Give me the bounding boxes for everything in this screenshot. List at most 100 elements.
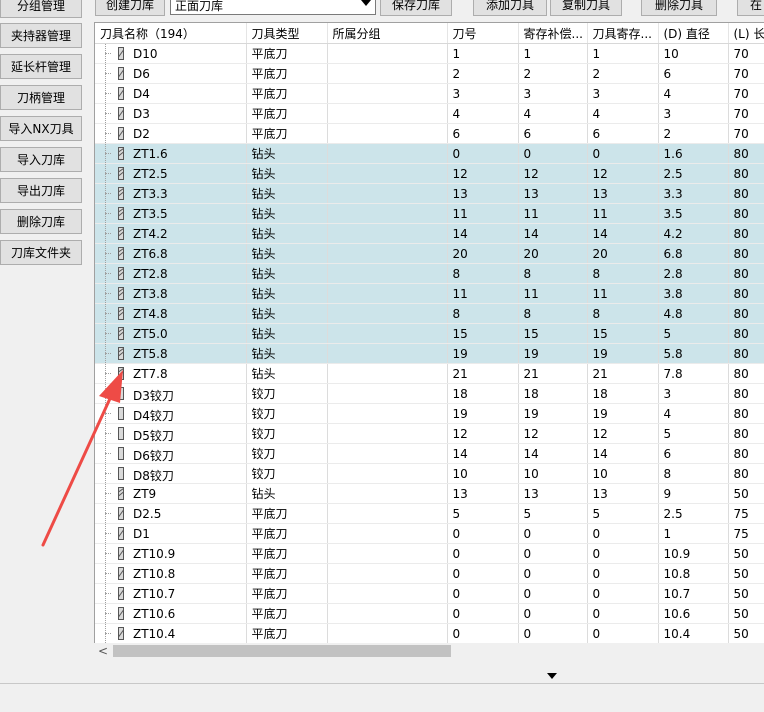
table-row[interactable]: ZT2.8 钻头 8 8 8 2.8 80 — [95, 263, 764, 284]
length-cell[interactable]: 80 — [728, 323, 764, 344]
compensation-cell[interactable]: 6 — [518, 123, 588, 144]
length-cell[interactable]: 70 — [728, 43, 764, 64]
compensation-cell[interactable]: 18 — [518, 383, 588, 404]
tool-name-cell[interactable]: D4铰刀 — [95, 403, 247, 424]
tool-number-cell[interactable]: 8 — [447, 303, 519, 324]
group-cell[interactable] — [327, 223, 448, 244]
group-cell[interactable] — [327, 503, 448, 524]
diameter-cell[interactable]: 1.6 — [658, 143, 729, 164]
register-cell[interactable]: 12 — [587, 163, 659, 184]
register-cell[interactable]: 19 — [587, 403, 659, 424]
tool-name-cell[interactable]: D8铰刀 — [95, 463, 247, 484]
tool-name-cell[interactable]: D4 — [95, 83, 247, 104]
tool-name-cell[interactable]: ZT4.8 — [95, 303, 247, 324]
tool-number-cell[interactable]: 19 — [447, 403, 519, 424]
table-row[interactable]: D5铰刀 铰刀 12 12 12 5 80 — [95, 423, 764, 444]
tool-name-cell[interactable]: ZT3.5 — [95, 203, 247, 224]
register-cell[interactable]: 2 — [587, 63, 659, 84]
tool-name-cell[interactable]: ZT4.2 — [95, 223, 247, 244]
tool-number-cell[interactable]: 8 — [447, 263, 519, 284]
length-cell[interactable]: 50 — [728, 543, 764, 564]
diameter-cell[interactable]: 5 — [658, 423, 729, 444]
register-cell[interactable]: 8 — [587, 303, 659, 324]
compensation-cell[interactable]: 0 — [518, 543, 588, 564]
shank-manage-button[interactable]: 刀柄管理 — [0, 85, 82, 110]
diameter-cell[interactable]: 10.4 — [658, 623, 729, 644]
tool-number-cell[interactable]: 2 — [447, 63, 519, 84]
register-cell[interactable]: 18 — [587, 383, 659, 404]
register-cell[interactable]: 3 — [587, 83, 659, 104]
length-cell[interactable]: 50 — [728, 603, 764, 624]
library-folder-button[interactable]: 刀库文件夹 — [0, 240, 82, 265]
compensation-cell[interactable]: 0 — [518, 623, 588, 644]
table-row[interactable]: ZT3.3 钻头 13 13 13 3.3 80 — [95, 183, 764, 204]
table-row[interactable]: ZT10.7 平底刀 0 0 0 10.7 50 — [95, 583, 764, 604]
tool-name-cell[interactable]: D5铰刀 — [95, 423, 247, 444]
register-cell[interactable]: 13 — [587, 183, 659, 204]
compensation-cell[interactable]: 0 — [518, 523, 588, 544]
scrollbar-thumb[interactable] — [113, 645, 451, 657]
table-row[interactable]: ZT3.5 钻头 11 11 11 3.5 80 — [95, 203, 764, 224]
group-cell[interactable] — [327, 203, 448, 224]
group-cell[interactable] — [327, 263, 448, 284]
compensation-cell[interactable]: 3 — [518, 83, 588, 104]
length-cell[interactable]: 80 — [728, 423, 764, 444]
table-row[interactable]: ZT6.8 钻头 20 20 20 6.8 80 — [95, 243, 764, 264]
register-cell[interactable]: 11 — [587, 203, 659, 224]
tool-type-cell[interactable]: 钻头 — [246, 203, 328, 224]
tool-number-cell[interactable]: 0 — [447, 563, 519, 584]
diameter-cell[interactable]: 3.8 — [658, 283, 729, 304]
length-cell[interactable]: 75 — [728, 503, 764, 524]
tool-type-cell[interactable]: 铰刀 — [246, 403, 328, 424]
table-row[interactable]: ZT10.6 平底刀 0 0 0 10.6 50 — [95, 603, 764, 624]
register-cell[interactable]: 4 — [587, 103, 659, 124]
group-cell[interactable] — [327, 303, 448, 324]
length-cell[interactable]: 80 — [728, 143, 764, 164]
diameter-cell[interactable]: 9 — [658, 483, 729, 504]
register-cell[interactable]: 11 — [587, 283, 659, 304]
length-cell[interactable]: 70 — [728, 103, 764, 124]
length-cell[interactable]: 70 — [728, 123, 764, 144]
group-cell[interactable] — [327, 443, 448, 464]
tool-number-cell[interactable]: 3 — [447, 83, 519, 104]
tool-type-cell[interactable]: 平底刀 — [246, 503, 328, 524]
compensation-cell[interactable]: 0 — [518, 563, 588, 584]
compensation-cell[interactable]: 12 — [518, 423, 588, 444]
group-manage-button[interactable]: 分组管理 — [0, 0, 82, 18]
group-cell[interactable] — [327, 563, 448, 584]
register-cell[interactable]: 0 — [587, 143, 659, 164]
table-row[interactable]: D1 平底刀 0 0 0 1 75 — [95, 523, 764, 544]
tool-type-cell[interactable]: 钻头 — [246, 343, 328, 364]
tool-number-cell[interactable]: 0 — [447, 143, 519, 164]
tool-number-cell[interactable]: 13 — [447, 183, 519, 204]
length-cell[interactable]: 75 — [728, 523, 764, 544]
table-row[interactable]: ZT10.9 平底刀 0 0 0 10.9 50 — [95, 543, 764, 564]
register-cell[interactable]: 20 — [587, 243, 659, 264]
tool-type-cell[interactable]: 钻头 — [246, 483, 328, 504]
tool-type-cell[interactable]: 铰刀 — [246, 443, 328, 464]
import-library-button[interactable]: 导入刀库 — [0, 147, 82, 172]
tool-number-cell[interactable]: 19 — [447, 343, 519, 364]
compensation-cell[interactable]: 19 — [518, 403, 588, 424]
register-cell[interactable]: 5 — [587, 503, 659, 524]
table-row[interactable]: D6铰刀 铰刀 14 14 14 6 80 — [95, 443, 764, 464]
compensation-cell[interactable]: 8 — [518, 263, 588, 284]
register-cell[interactable]: 0 — [587, 603, 659, 624]
tool-number-cell[interactable]: 0 — [447, 523, 519, 544]
table-row[interactable]: ZT4.2 钻头 14 14 14 4.2 80 — [95, 223, 764, 244]
tool-name-cell[interactable]: D1 — [95, 523, 247, 544]
register-cell[interactable]: 21 — [587, 363, 659, 384]
register-cell[interactable]: 10 — [587, 463, 659, 484]
register-cell[interactable]: 12 — [587, 423, 659, 444]
tool-number-cell[interactable]: 12 — [447, 163, 519, 184]
expand-down-icon[interactable] — [547, 673, 557, 679]
group-cell[interactable] — [327, 603, 448, 624]
compensation-cell[interactable]: 12 — [518, 163, 588, 184]
tool-type-cell[interactable]: 铰刀 — [246, 463, 328, 484]
length-cell[interactable]: 50 — [728, 583, 764, 604]
compensation-cell[interactable]: 0 — [518, 143, 588, 164]
tool-number-cell[interactable]: 15 — [447, 323, 519, 344]
tool-type-cell[interactable]: 钻头 — [246, 263, 328, 284]
column-header-group[interactable]: 所属分组 — [327, 23, 448, 44]
diameter-cell[interactable]: 6 — [658, 443, 729, 464]
